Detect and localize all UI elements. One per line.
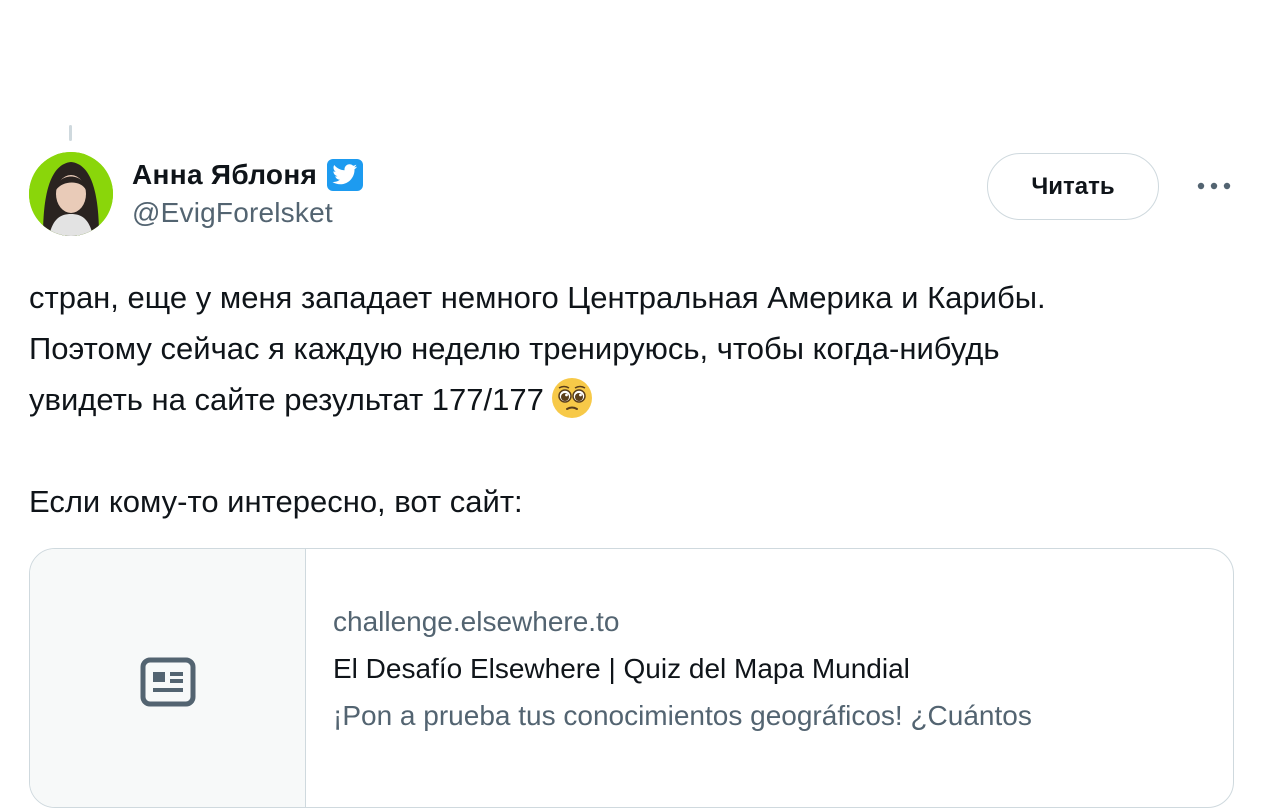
tweet-line: увидеть на сайте результат 177/177 bbox=[29, 374, 1249, 425]
link-card-body: challenge.elsewhere.to El Desafío Elsewh… bbox=[306, 549, 1032, 807]
article-icon bbox=[140, 657, 196, 711]
link-card-title: El Desafío Elsewhere | Quiz del Mapa Mun… bbox=[333, 653, 910, 684]
thread-connector-line bbox=[69, 125, 72, 141]
verified-badge-icon bbox=[327, 159, 364, 191]
tweet-paragraph: Если кому-то интересно, вот сайт: bbox=[29, 484, 523, 519]
author-handle[interactable]: @EvigForelsket bbox=[132, 197, 363, 229]
pleading-face-emoji-icon bbox=[550, 376, 594, 420]
link-card-domain: challenge.elsewhere.to bbox=[333, 606, 620, 637]
author-info: Анна Яблоня @EvigForelsket bbox=[132, 155, 364, 229]
more-options-icon[interactable] bbox=[1194, 170, 1234, 202]
tweet-line-text: увидеть на сайте результат 177/177 bbox=[29, 382, 544, 417]
tweet-text: стран, еще у меня западает немного Центр… bbox=[29, 272, 1249, 527]
author-display-name[interactable]: Анна Яблоня bbox=[132, 159, 317, 191]
avatar[interactable] bbox=[29, 152, 113, 236]
avatar-image bbox=[29, 152, 113, 236]
link-preview-card[interactable]: challenge.elsewhere.to El Desafío Elsewh… bbox=[29, 548, 1234, 808]
tweet-line: стран, еще у меня западает немного Центр… bbox=[29, 280, 1046, 315]
link-card-thumbnail bbox=[30, 549, 306, 807]
link-card-description: ¡Pon a prueba tus conocimientos geográfi… bbox=[333, 700, 1032, 731]
follow-button[interactable]: Читать bbox=[987, 153, 1159, 220]
tweet-line: Поэтому сейчас я каждую неделю тренируюс… bbox=[29, 331, 1000, 366]
